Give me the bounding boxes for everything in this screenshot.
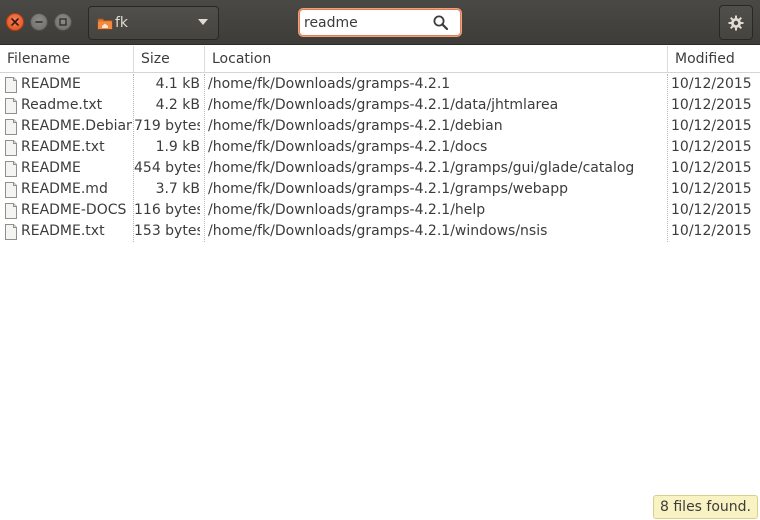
maximize-button[interactable] xyxy=(54,13,72,31)
close-button[interactable] xyxy=(6,13,24,31)
filename-cell: README xyxy=(4,158,132,179)
size-cell: 153 bytes xyxy=(134,223,200,239)
location-cell: /home/fk/Downloads/gramps-4.2.1/help xyxy=(208,202,486,218)
settings-button[interactable] xyxy=(719,5,753,40)
size-cell: 3.7 kB xyxy=(155,181,200,197)
text-file-icon xyxy=(5,223,17,240)
modified-cell: 10/12/2015 xyxy=(671,181,752,197)
location-cell: /home/fk/Downloads/gramps-4.2.1/debian xyxy=(208,118,503,134)
header-bar: fk xyxy=(0,0,760,45)
text-file-icon xyxy=(5,118,17,135)
gear-icon xyxy=(728,15,744,30)
filename-cell: README.md xyxy=(4,179,132,200)
location-cell: /home/fk/Downloads/gramps-4.2.1/windows/… xyxy=(208,223,548,239)
table-row[interactable]: README 4.1 kB /home/fk/Downloads/gramps-… xyxy=(0,74,760,95)
filename-text: README.md xyxy=(21,181,108,197)
table-row[interactable]: README 454 bytes /home/fk/Downloads/gram… xyxy=(0,158,760,179)
filename-text: Readme.txt xyxy=(21,97,103,113)
folder-selector[interactable]: fk xyxy=(88,6,219,40)
search-field[interactable] xyxy=(299,9,461,36)
text-file-icon xyxy=(5,181,17,198)
size-cell: 4.1 kB xyxy=(155,76,200,92)
table-row[interactable]: README.txt 153 bytes /home/fk/Downloads/… xyxy=(0,221,760,242)
text-file-icon xyxy=(5,139,17,156)
modified-cell: 10/12/2015 xyxy=(671,76,752,92)
results-table-header: Filename Size Location Modified xyxy=(0,46,760,73)
location-cell: /home/fk/Downloads/gramps-4.2.1 xyxy=(208,76,451,92)
filename-cell: README-DOCS xyxy=(4,200,132,221)
modified-cell: 10/12/2015 xyxy=(671,139,752,155)
chevron-down-icon xyxy=(198,19,208,25)
column-header-modified[interactable]: Modified xyxy=(667,46,760,72)
filename-text: README.txt xyxy=(21,223,105,239)
column-header-size[interactable]: Size xyxy=(133,46,204,72)
filename-text: README.Debian xyxy=(21,118,132,134)
size-cell: 1.9 kB xyxy=(155,139,200,155)
filename-text: README xyxy=(21,76,81,92)
column-header-location[interactable]: Location xyxy=(204,46,667,72)
modified-cell: 10/12/2015 xyxy=(671,118,752,134)
filename-text: README xyxy=(21,160,81,176)
text-file-icon xyxy=(5,97,17,114)
text-file-icon xyxy=(5,76,17,93)
location-cell: /home/fk/Downloads/gramps-4.2.1/gramps/w… xyxy=(208,181,568,197)
status-badge: 8 files found. xyxy=(653,495,758,519)
close-icon xyxy=(11,18,19,26)
results-list: README 4.1 kB /home/fk/Downloads/gramps-… xyxy=(0,74,760,242)
size-cell: 719 bytes xyxy=(134,118,200,134)
minimize-icon xyxy=(35,21,43,23)
table-row[interactable]: README.txt 1.9 kB /home/fk/Downloads/gra… xyxy=(0,137,760,158)
modified-cell: 10/12/2015 xyxy=(671,160,752,176)
size-cell: 4.2 kB xyxy=(155,97,200,113)
folder-label: fk xyxy=(115,15,129,31)
filename-text: README-DOCS xyxy=(21,202,127,218)
filename-cell: README xyxy=(4,74,132,95)
size-cell: 116 bytes xyxy=(134,202,200,218)
size-cell: 454 bytes xyxy=(134,160,200,176)
home-folder-icon xyxy=(97,18,113,30)
filename-cell: README.Debian xyxy=(4,116,132,137)
modified-cell: 10/12/2015 xyxy=(671,97,752,113)
location-cell: /home/fk/Downloads/gramps-4.2.1/data/jht… xyxy=(208,97,559,113)
location-cell: /home/fk/Downloads/gramps-4.2.1/docs xyxy=(208,139,488,155)
filename-cell: README.txt xyxy=(4,137,132,158)
table-row[interactable]: README-DOCS 116 bytes /home/fk/Downloads… xyxy=(0,200,760,221)
maximize-icon xyxy=(59,18,67,26)
search-icon[interactable] xyxy=(433,15,448,30)
modified-cell: 10/12/2015 xyxy=(671,202,752,218)
column-header-filename[interactable]: Filename xyxy=(0,46,133,72)
table-row[interactable]: README.md 3.7 kB /home/fk/Downloads/gram… xyxy=(0,179,760,200)
modified-cell: 10/12/2015 xyxy=(671,223,752,239)
filename-cell: Readme.txt xyxy=(4,95,132,116)
text-file-icon xyxy=(5,202,17,219)
location-cell: /home/fk/Downloads/gramps-4.2.1/gramps/g… xyxy=(208,160,635,176)
table-row[interactable]: README.Debian 719 bytes /home/fk/Downloa… xyxy=(0,116,760,137)
search-input[interactable] xyxy=(304,12,424,33)
table-row[interactable]: Readme.txt 4.2 kB /home/fk/Downloads/gra… xyxy=(0,95,760,116)
text-file-icon xyxy=(5,160,17,177)
minimize-button[interactable] xyxy=(30,13,48,31)
filename-text: README.txt xyxy=(21,139,105,155)
filename-cell: README.txt xyxy=(4,221,132,242)
